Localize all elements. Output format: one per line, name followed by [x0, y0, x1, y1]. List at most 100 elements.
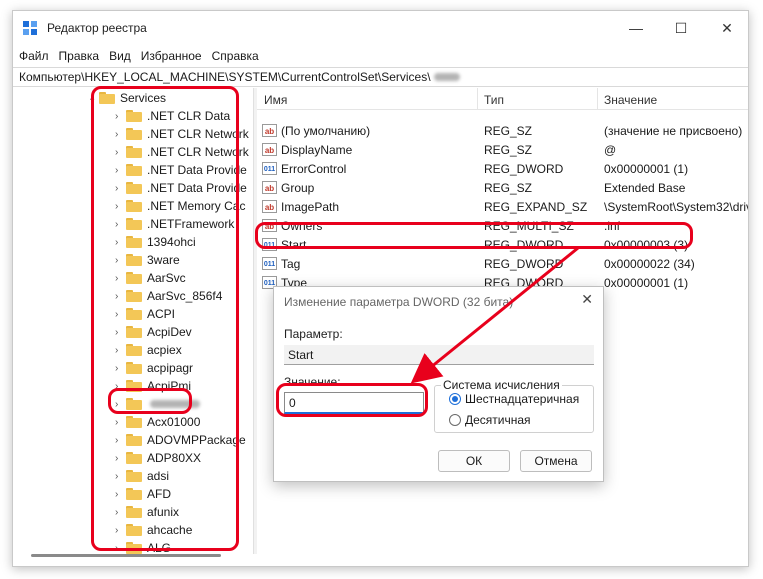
tree-item[interactable]: › .NET Data Provide — [13, 161, 253, 179]
chevron-right-icon[interactable]: › — [115, 453, 118, 464]
chevron-right-icon[interactable]: › — [115, 363, 118, 374]
close-button[interactable]: ✕ — [704, 11, 748, 45]
chevron-right-icon[interactable]: › — [115, 147, 118, 158]
tree-item-label: .NET CLR Network — [147, 127, 249, 141]
tree-item[interactable]: › .NETFramework — [13, 215, 253, 233]
tree-item[interactable]: › .NET Memory Cac — [13, 197, 253, 215]
hex-radio[interactable] — [449, 393, 461, 405]
chevron-right-icon[interactable]: › — [115, 273, 118, 284]
folder-icon — [126, 398, 142, 410]
cancel-button[interactable]: Отмена — [520, 450, 592, 472]
tree-item[interactable]: › ACPI — [13, 305, 253, 323]
menu-file[interactable]: Файл — [19, 49, 49, 63]
tree-item[interactable]: › 3ware — [13, 251, 253, 269]
chevron-right-icon[interactable]: › — [115, 219, 118, 230]
tree-item[interactable]: › acpiex — [13, 341, 253, 359]
tree-item[interactable]: › afunix — [13, 503, 253, 521]
value-input[interactable]: 0 — [284, 392, 424, 414]
tree-item[interactable]: › .NET CLR Network — [13, 143, 253, 161]
tree-item-label: acpipagr — [147, 361, 194, 375]
chevron-down-icon[interactable]: ⌄ — [88, 93, 96, 104]
column-data[interactable]: Значение — [604, 93, 657, 107]
tree-item[interactable]: › ADOVMPPackage — [13, 431, 253, 449]
chevron-right-icon[interactable]: › — [115, 399, 118, 410]
hex-radio-label[interactable]: Шестнадцатеричная — [465, 392, 579, 406]
value-label: Значение: — [284, 375, 341, 389]
value-row[interactable]: ab ImagePath REG_EXPAND_SZ \SystemRoot\Syst… — [257, 197, 749, 216]
address-bar[interactable]: Компьютер\HKEY_LOCAL_MACHINE\SYSTEM\Curr… — [13, 67, 748, 87]
chevron-right-icon[interactable]: › — [115, 201, 118, 212]
value-data: 0x00000022 (34) — [604, 257, 695, 271]
chevron-right-icon[interactable]: › — [115, 381, 118, 392]
chevron-right-icon[interactable]: › — [115, 507, 118, 518]
value-row[interactable]: ab Owners REG_MULTI_SZ .inf — [257, 216, 748, 235]
value-data: (значение не присвоено) — [604, 124, 743, 138]
tree-item-label: .NETFramework — [147, 217, 235, 231]
value-name: Owners — [281, 219, 323, 233]
tree-item[interactable]: › ALG — [13, 539, 253, 554]
tree-item[interactable]: › — [13, 395, 253, 413]
tree-item[interactable]: › AcpiDev — [13, 323, 253, 341]
decimal-radio[interactable] — [449, 414, 461, 426]
chevron-right-icon[interactable]: › — [115, 489, 118, 500]
value-row[interactable]: 011 Start REG_DWORD 0x00000003 (3) — [257, 235, 748, 254]
menu-help[interactable]: Справка — [212, 49, 259, 63]
chevron-right-icon[interactable]: › — [115, 111, 118, 122]
tree-item-services[interactable]: ⌄ Services — [13, 89, 253, 107]
tree-item[interactable]: › .NET Data Provide — [13, 179, 253, 197]
chevron-right-icon[interactable]: › — [115, 345, 118, 356]
value-data: 0x00000001 (1) — [604, 276, 689, 290]
column-name[interactable]: Имя — [264, 93, 287, 107]
chevron-right-icon[interactable]: › — [115, 471, 118, 482]
value-row[interactable]: 011 Tag REG_DWORD 0x00000022 (34) — [257, 254, 748, 273]
tree-item[interactable]: › AFD — [13, 485, 253, 503]
chevron-right-icon[interactable]: › — [115, 327, 118, 338]
tree-item[interactable]: › ADP80XX — [13, 449, 253, 467]
dialog-close-icon[interactable]: ✕ — [581, 291, 593, 308]
tree-item[interactable]: › acpipagr — [13, 359, 253, 377]
chevron-right-icon[interactable]: › — [115, 417, 118, 428]
column-type[interactable]: Тип — [484, 93, 504, 107]
menu-view[interactable]: Вид — [109, 49, 131, 63]
value-data: @ — [604, 143, 617, 157]
registry-tree: ⌄ Services › .NET CLR Data › .NET CLR Netwo… — [13, 88, 253, 554]
value-row[interactable]: ab (По умолчанию) REG_SZ (значение не присв… — [257, 121, 748, 140]
chevron-right-icon[interactable]: › — [115, 309, 118, 320]
tree-horizontal-scrollbar[interactable] — [31, 554, 221, 557]
value-type: REG_MULTI_SZ — [484, 219, 574, 233]
value-name: ImagePath — [281, 200, 340, 214]
folder-icon — [126, 146, 142, 158]
value-row[interactable]: ab DisplayName REG_SZ @ — [257, 140, 748, 159]
chevron-right-icon[interactable]: › — [115, 255, 118, 266]
ok-button[interactable]: ОК — [438, 450, 510, 472]
maximize-button[interactable]: ☐ — [658, 11, 704, 45]
folder-icon — [126, 290, 142, 302]
menu-favorites[interactable]: Избранное — [141, 49, 202, 63]
value-name: ErrorControl — [281, 162, 347, 176]
value-row[interactable]: ab Group REG_SZ Extended Base — [257, 178, 748, 197]
chevron-right-icon[interactable]: › — [115, 237, 118, 248]
tree-item-label: .NET Memory Cac — [147, 199, 246, 213]
tree-item[interactable]: › ahcache — [13, 521, 253, 539]
menu-edit[interactable]: Правка — [59, 49, 100, 63]
tree-item[interactable]: › 1394ohci — [13, 233, 253, 251]
chevron-right-icon[interactable]: › — [115, 525, 118, 536]
chevron-right-icon[interactable]: › — [115, 291, 118, 302]
value-data: \SystemRoot\System32\driv — [604, 200, 749, 214]
tree-item[interactable]: › Acx01000 — [13, 413, 253, 431]
folder-icon — [126, 164, 142, 176]
chevron-right-icon[interactable]: › — [115, 129, 118, 140]
minimize-button[interactable]: — — [613, 11, 659, 45]
tree-item[interactable]: › adsi — [13, 467, 253, 485]
decimal-radio-label[interactable]: Десятичная — [465, 413, 531, 427]
value-row[interactable]: 011 ErrorControl REG_DWORD 0x00000001 (1) — [257, 159, 748, 178]
chevron-right-icon[interactable]: › — [115, 183, 118, 194]
tree-item[interactable]: › .NET CLR Data — [13, 107, 253, 125]
tree-item[interactable]: › .NET CLR Network — [13, 125, 253, 143]
tree-item[interactable]: › AarSvc_856f4 — [13, 287, 253, 305]
chevron-right-icon[interactable]: › — [115, 543, 118, 554]
tree-item[interactable]: › AcpiPmi — [13, 377, 253, 395]
chevron-right-icon[interactable]: › — [115, 435, 118, 446]
tree-item[interactable]: › AarSvc — [13, 269, 253, 287]
chevron-right-icon[interactable]: › — [115, 165, 118, 176]
